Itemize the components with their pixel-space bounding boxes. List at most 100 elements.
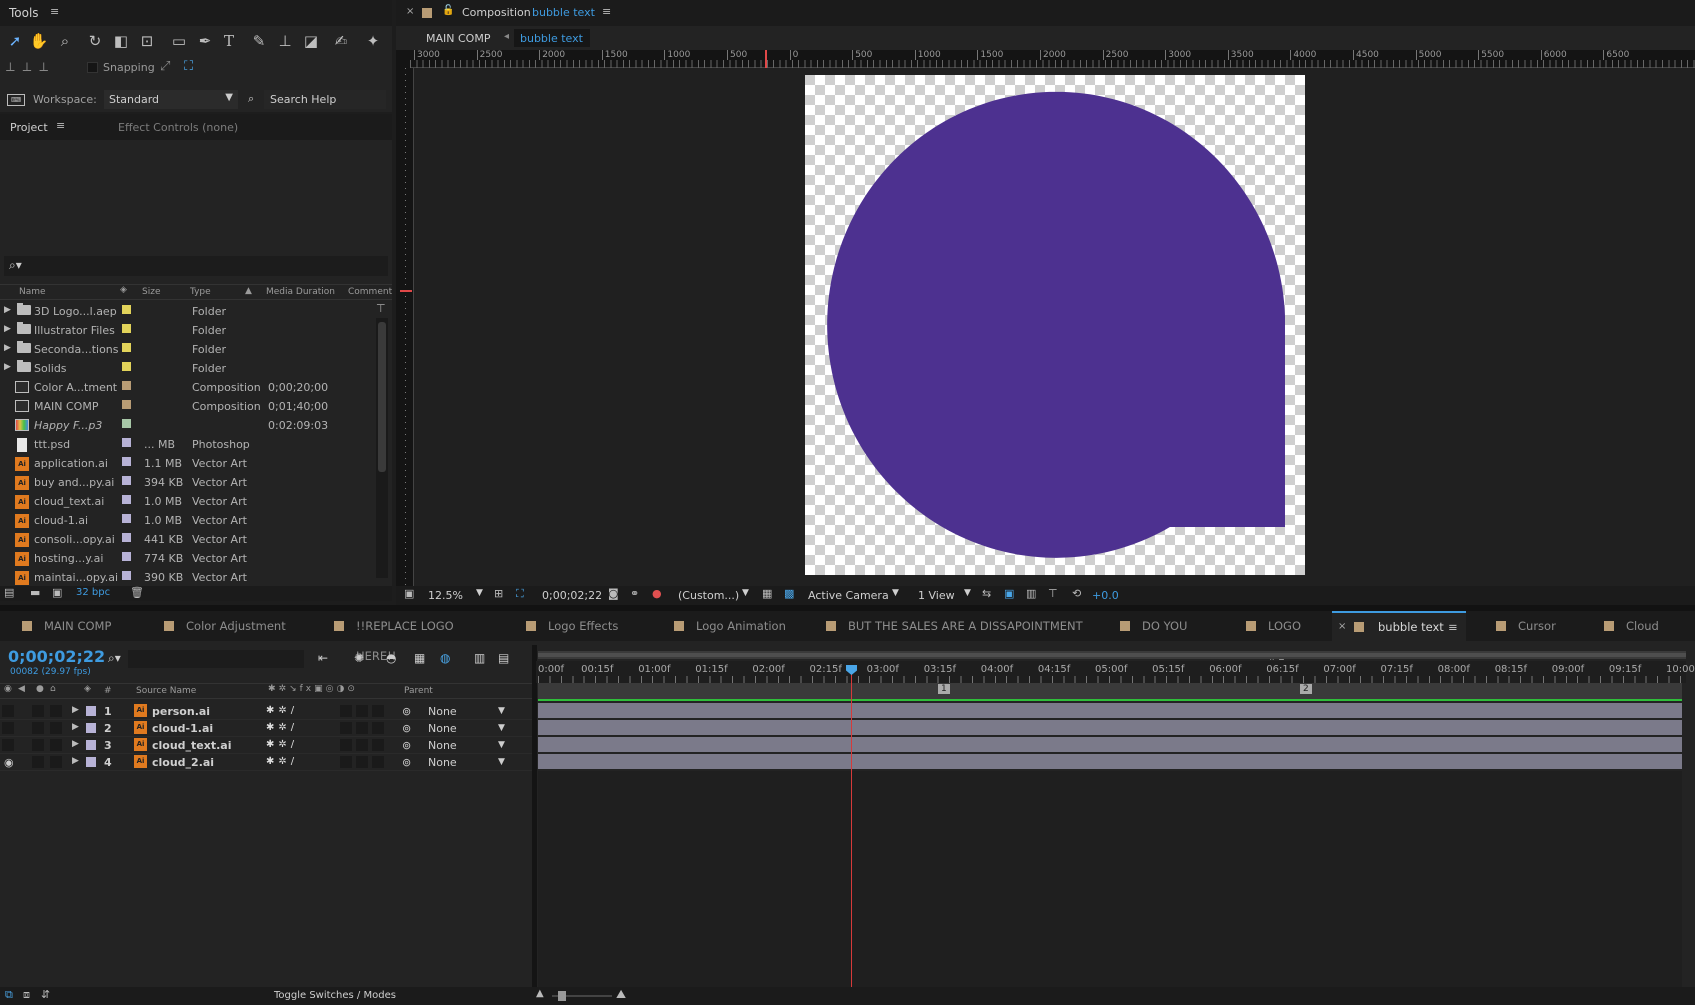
col-source-name[interactable]: Source Name xyxy=(136,686,196,696)
color-channels-icon[interactable]: ● xyxy=(652,587,662,600)
project-menu-icon[interactable]: ≡ xyxy=(56,119,65,132)
project-item[interactable]: ▶ Illustrator Files Folder xyxy=(0,321,376,340)
timeline-tab[interactable]: × bubble text ≡ xyxy=(1332,611,1466,641)
eraser-tool-icon[interactable]: ◪ xyxy=(300,30,322,52)
project-item[interactable]: Ai buy and...py.ai 394 KB Vector Art xyxy=(0,473,376,492)
label-swatch[interactable] xyxy=(122,362,131,371)
label-swatch[interactable] xyxy=(122,514,131,523)
in-out-icon[interactable]: ⇵ xyxy=(41,988,50,1001)
camera-tool-icon[interactable]: ◧ xyxy=(110,30,132,52)
timeline-tab[interactable]: DO YOU xyxy=(1106,611,1216,641)
project-item[interactable]: ▶ Seconda...tions Folder xyxy=(0,340,376,359)
frame-blending-icon[interactable]: ▦ xyxy=(414,651,425,665)
label-swatch[interactable] xyxy=(86,757,96,767)
audio-toggle[interactable] xyxy=(32,756,44,768)
col-type[interactable]: Type xyxy=(190,287,211,297)
col-name[interactable]: Name xyxy=(19,287,46,297)
rotate-tool-icon[interactable]: ↻ xyxy=(84,30,106,52)
composition-viewer[interactable] xyxy=(414,68,1695,586)
project-item[interactable]: Ai maintai...opy.ai 390 KB Vector Art xyxy=(0,568,376,587)
current-time[interactable]: 0;00;02;22 xyxy=(8,647,105,666)
snapping-checkbox[interactable] xyxy=(87,62,98,73)
timeline-zoom-slider[interactable] xyxy=(552,991,612,1001)
flowchart-icon[interactable]: ⊤ xyxy=(376,302,386,315)
timeline-tab[interactable]: Color Adjustment xyxy=(150,611,302,641)
layer-bar-1[interactable] xyxy=(538,703,1682,718)
lock-toggle[interactable] xyxy=(50,739,62,751)
close-icon[interactable]: × xyxy=(406,6,414,17)
switch-box[interactable] xyxy=(340,705,352,717)
expand-triangle-icon[interactable]: ▶ xyxy=(72,756,79,766)
label-swatch[interactable] xyxy=(122,552,131,561)
interpret-footage-icon[interactable]: ▤ xyxy=(4,586,14,599)
lock-toggle[interactable] xyxy=(50,705,62,717)
trash-icon[interactable]: 🗑 xyxy=(130,586,144,599)
project-item[interactable]: ▶ 3D Logo...l.aep Folder xyxy=(0,302,376,321)
rectangle-tool-icon[interactable]: ▭ xyxy=(168,30,190,52)
zoom-tool-icon[interactable]: ⌕ xyxy=(54,30,76,52)
pick-whip-icon[interactable]: ⊚ xyxy=(402,739,411,752)
label-swatch[interactable] xyxy=(122,476,131,485)
camera-select[interactable]: Active Camera xyxy=(808,589,889,602)
safe-margins-icon[interactable]: ⛶ xyxy=(516,587,524,601)
layer-search-field[interactable] xyxy=(128,650,304,668)
timeline-tab[interactable]: BUT THE SALES ARE A DISSAPOINTMENT xyxy=(812,611,1090,641)
video-toggle[interactable] xyxy=(2,739,14,751)
project-item[interactable]: Ai consoli...opy.ai 441 KB Vector Art xyxy=(0,530,376,549)
switch-box[interactable] xyxy=(340,756,352,768)
project-item[interactable]: ▶ Solids Folder xyxy=(0,359,376,378)
work-area-bar[interactable] xyxy=(538,651,1686,659)
project-item[interactable]: Happy F...p3 0:02:09:03 xyxy=(0,416,376,435)
project-item[interactable]: MAIN COMP Composition 0;01;40;00 xyxy=(0,397,376,416)
pick-whip-icon[interactable]: ⊚ xyxy=(402,756,411,769)
brainstorm-icon[interactable]: ▤ xyxy=(498,651,509,665)
project-search-field[interactable]: ⌕▾ xyxy=(4,256,388,276)
fast-previews-icon[interactable]: ▦ xyxy=(762,587,772,600)
layer-switches-icon[interactable]: ⧉ xyxy=(5,988,13,1002)
search-help-field[interactable]: Search Help xyxy=(264,90,386,109)
pick-whip-icon[interactable]: ⊚ xyxy=(402,722,411,735)
marker-1[interactable]: 1 xyxy=(938,684,950,694)
timeline-tab[interactable]: Cursor xyxy=(1482,611,1574,641)
layer-row[interactable]: ▶ 3 Ai cloud_text.ai ✱✲/ ⊚ None ▼ xyxy=(0,737,532,754)
draft-3d-icon[interactable]: ✺ xyxy=(354,651,364,665)
project-item[interactable]: ttt.psd ... MB Photoshop xyxy=(0,435,376,454)
timeline-tab[interactable]: Logo Animation xyxy=(660,611,796,641)
project-item[interactable]: Ai cloud_text.ai 1.0 MB Vector Art xyxy=(0,492,376,511)
timeline-tab[interactable]: MAIN COMP xyxy=(8,611,134,641)
label-swatch[interactable] xyxy=(86,706,96,716)
parent-chevron-icon[interactable]: ▼ xyxy=(498,757,505,767)
zoom-out-icon[interactable]: ▲ xyxy=(536,988,544,999)
timeline-tab[interactable]: Logo Effects xyxy=(512,611,644,641)
switch-box[interactable] xyxy=(340,739,352,751)
viewer-timecode[interactable]: 0;00;02;22 xyxy=(542,589,602,602)
close-icon[interactable]: × xyxy=(1338,613,1346,641)
shy-layers-icon[interactable]: ◓ xyxy=(386,651,396,665)
project-item[interactable]: Ai cloud-1.ai 1.0 MB Vector Art xyxy=(0,511,376,530)
timeline-tab[interactable]: LOGO #1 xyxy=(1232,611,1316,663)
composition-menu-icon[interactable]: ≡ xyxy=(602,5,611,18)
label-swatch[interactable] xyxy=(122,457,131,466)
col-media-duration[interactable]: Media Duration xyxy=(266,287,335,297)
comp-mini-flowchart-icon[interactable]: ⇤ xyxy=(318,651,328,665)
graph-editor-icon[interactable]: ▥ xyxy=(474,651,485,665)
switch-box[interactable] xyxy=(372,756,384,768)
label-swatch[interactable] xyxy=(122,324,131,333)
col-size[interactable]: Size xyxy=(142,287,160,297)
timeline-icon[interactable]: ▥ xyxy=(1026,587,1036,600)
snapshot-icon[interactable]: ◙ xyxy=(608,587,619,600)
clone-stamp-tool-icon[interactable]: ⊥ xyxy=(274,30,296,52)
label-swatch[interactable] xyxy=(122,381,131,390)
switch-box[interactable] xyxy=(340,722,352,734)
time-ruler[interactable]: 0:00f 00:15f 01:00f 01:15f 02:00f 02:15f 03:00… xyxy=(536,661,1695,683)
switch-box[interactable] xyxy=(372,739,384,751)
transfer-controls-icon[interactable]: ⧈ xyxy=(23,988,30,1002)
solo-icon[interactable]: ● xyxy=(36,684,44,694)
label-swatch[interactable] xyxy=(122,533,131,542)
layer-switches-icons[interactable]: ✱✲/ xyxy=(266,705,298,716)
video-toggle[interactable] xyxy=(2,705,14,717)
eye-icon[interactable]: ◉ xyxy=(4,756,14,769)
flowchart-view-icon[interactable]: ⊤ xyxy=(1048,587,1058,600)
switch-box[interactable] xyxy=(356,722,368,734)
parent-value[interactable]: None xyxy=(428,739,457,752)
